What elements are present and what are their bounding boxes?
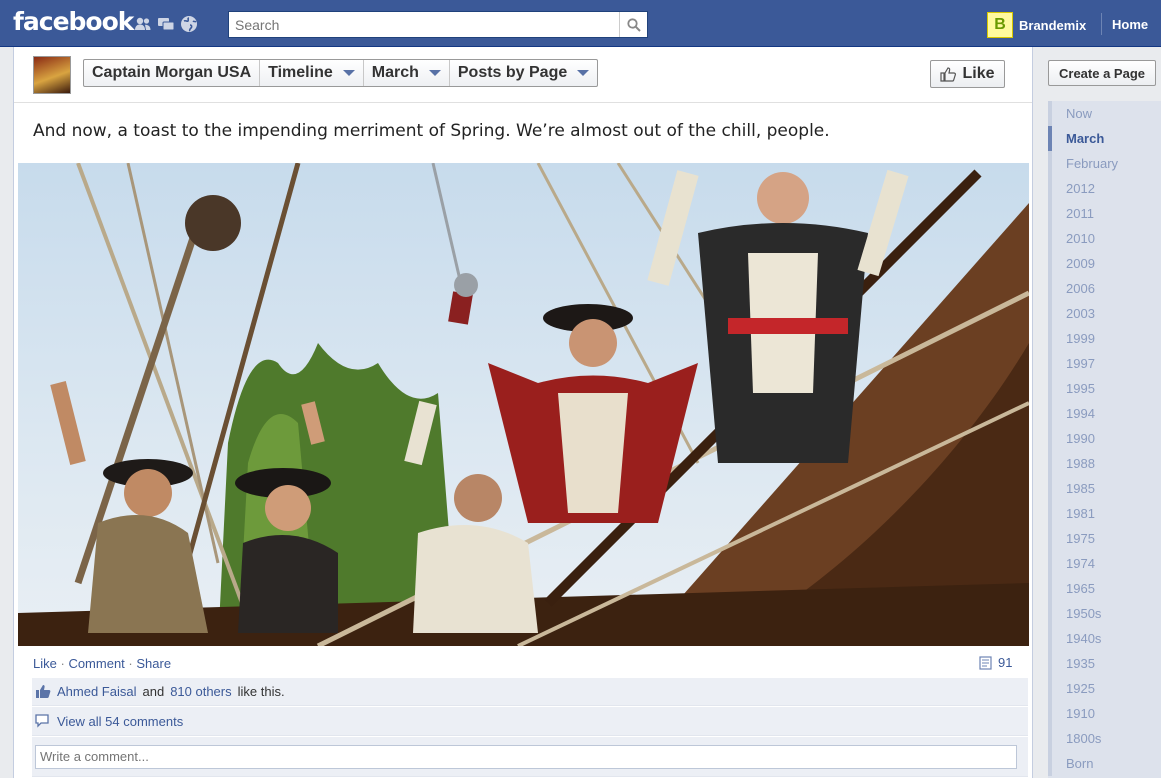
scrubber-item[interactable]: 2010 [1048,226,1161,251]
share-link[interactable]: Share [136,656,171,671]
scrubber-item[interactable]: 1950s [1048,601,1161,626]
pirate-ship-photo [18,163,1029,646]
crumb-posts-filter[interactable]: Posts by Page [450,60,597,86]
comment-composer [32,737,1028,777]
create-page-button[interactable]: Create a Page [1048,60,1156,86]
scrubber-item[interactable]: 2012 [1048,176,1161,201]
topbar-divider [1101,13,1102,35]
timeline-main-column: Captain Morgan USA Timeline March Posts … [13,47,1033,778]
search-button[interactable] [619,12,647,37]
scrubber-item[interactable]: 2011 [1048,201,1161,226]
scrubber-item[interactable]: February [1048,151,1161,176]
timeline-scrubber: Now March February 2012 2011 2010 2009 2006 2003… [1048,101,1161,778]
scrubber-item[interactable]: 1935 [1048,651,1161,676]
scrubber-item[interactable]: 1995 [1048,376,1161,401]
view-all-comments-link[interactable]: View all 54 comments [57,714,183,729]
home-link[interactable]: Home [1112,17,1148,32]
view-comments-row: View all 54 comments [32,707,1028,736]
scrubber-item[interactable]: 1910 [1048,701,1161,726]
page-header: Captain Morgan USA Timeline March Posts … [14,47,1032,103]
search-box [228,11,648,38]
scrubber-item[interactable]: 1800s [1048,726,1161,751]
chevron-down-icon [342,70,355,76]
crumb-timeline[interactable]: Timeline [260,60,364,86]
comments-icon [35,714,49,728]
scrubber-item[interactable]: 1981 [1048,501,1161,526]
breadcrumb: Captain Morgan USA Timeline March Posts … [83,59,599,87]
scrubber-item[interactable]: 1988 [1048,451,1161,476]
scrubber-item[interactable]: 1925 [1048,676,1161,701]
scrubber-item[interactable]: 2006 [1048,276,1161,301]
scrubber-item[interactable]: Now [1048,101,1161,126]
scrubber-item[interactable]: 2009 [1048,251,1161,276]
thumbs-up-icon [940,66,957,82]
scrubber-item[interactable]: 1974 [1048,551,1161,576]
like-link[interactable]: Like [33,656,57,671]
scrubber-item[interactable]: 1997 [1048,351,1161,376]
post-status-text: And now, a toast to the impending merrim… [33,121,830,141]
scrubber-item[interactable]: 1999 [1048,326,1161,351]
thumbs-up-icon [36,685,51,698]
chevron-down-icon [577,70,590,76]
search-input[interactable] [229,12,619,37]
liker-name-link[interactable]: Ahmed Faisal [57,684,136,699]
other-likers-link[interactable]: 810 others [170,684,231,699]
post-photo[interactable] [18,163,1029,646]
post-actions: Like · Comment · Share [33,656,172,671]
scrubber-item[interactable]: 1985 [1048,476,1161,501]
notifications-globe-icon[interactable] [180,15,198,33]
comment-link[interactable]: Comment [68,656,124,671]
crumb-month[interactable]: March [364,60,450,86]
scrubber-item[interactable]: March [1048,126,1161,151]
scrubber-item[interactable]: 1940s [1048,626,1161,651]
likes-summary: Ahmed Faisal and 810 others like this. [32,678,1028,706]
scrubber-item[interactable]: 2003 [1048,301,1161,326]
comment-count[interactable]: 91 [979,655,1012,670]
comment-count-icon [979,655,992,670]
messages-icon[interactable] [157,15,175,33]
user-avatar: B [987,12,1013,38]
scrubber-item[interactable]: 1975 [1048,526,1161,551]
page-profile-thumbnail[interactable] [33,56,71,94]
chevron-down-icon [428,70,441,76]
search-icon [626,17,641,32]
top-bar: facebook B Brandemix Home [0,0,1161,47]
scrubber-item[interactable]: 1994 [1048,401,1161,426]
crumb-page-name[interactable]: Captain Morgan USA [84,60,261,86]
page-like-button[interactable]: Like [930,60,1005,88]
scrubber-item[interactable]: 1965 [1048,576,1161,601]
facebook-logo[interactable]: facebook [13,7,134,36]
user-name: Brandemix [1019,17,1087,33]
notification-jewels [134,15,198,33]
scrubber-item[interactable]: 1990 [1048,426,1161,451]
comment-input[interactable] [35,744,1017,769]
friend-requests-icon[interactable] [134,15,152,33]
user-profile-link[interactable]: B Brandemix [987,12,1086,38]
scrubber-item[interactable]: Born [1048,751,1161,776]
